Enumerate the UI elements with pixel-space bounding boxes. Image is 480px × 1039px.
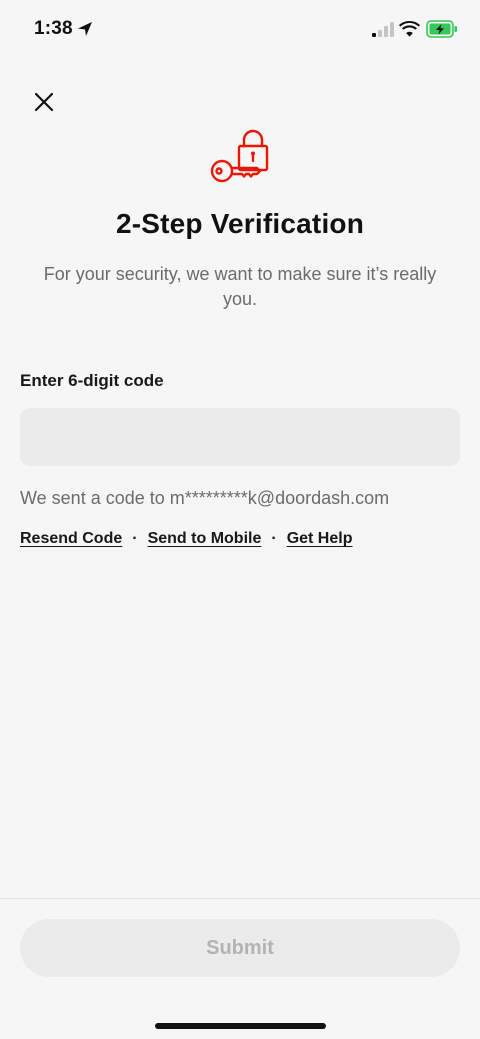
location-arrow-icon <box>78 22 92 36</box>
page-title: 2-Step Verification <box>115 208 365 239</box>
page-subtitle: For your security, we want to make sure … <box>43 264 437 309</box>
close-icon <box>34 92 54 112</box>
resend-code-link[interactable]: Resend Code <box>20 530 122 548</box>
submit-button[interactable]: Submit <box>20 919 460 977</box>
battery-charging-icon <box>426 20 457 38</box>
lock-key-icon <box>210 129 269 183</box>
verification-links: Resend Code · Send to Mobile · Get Help <box>20 530 352 548</box>
link-separator: · <box>132 530 138 547</box>
get-help-link[interactable]: Get Help <box>287 530 353 548</box>
status-time: 1:38 <box>34 18 73 39</box>
link-separator: · <box>271 530 277 547</box>
footer-divider <box>0 898 480 899</box>
code-input-label: Enter 6-digit code <box>20 371 164 390</box>
wifi-icon <box>399 21 420 37</box>
send-to-mobile-link[interactable]: Send to Mobile <box>148 530 262 548</box>
code-sent-message: We sent a code to m*********k@doordash.c… <box>20 488 390 508</box>
cellular-signal-icon <box>372 22 394 37</box>
status-bar: 1:38 <box>0 0 480 60</box>
verification-code-input[interactable] <box>20 408 460 466</box>
home-indicator <box>155 1023 326 1029</box>
close-button[interactable] <box>26 84 62 120</box>
